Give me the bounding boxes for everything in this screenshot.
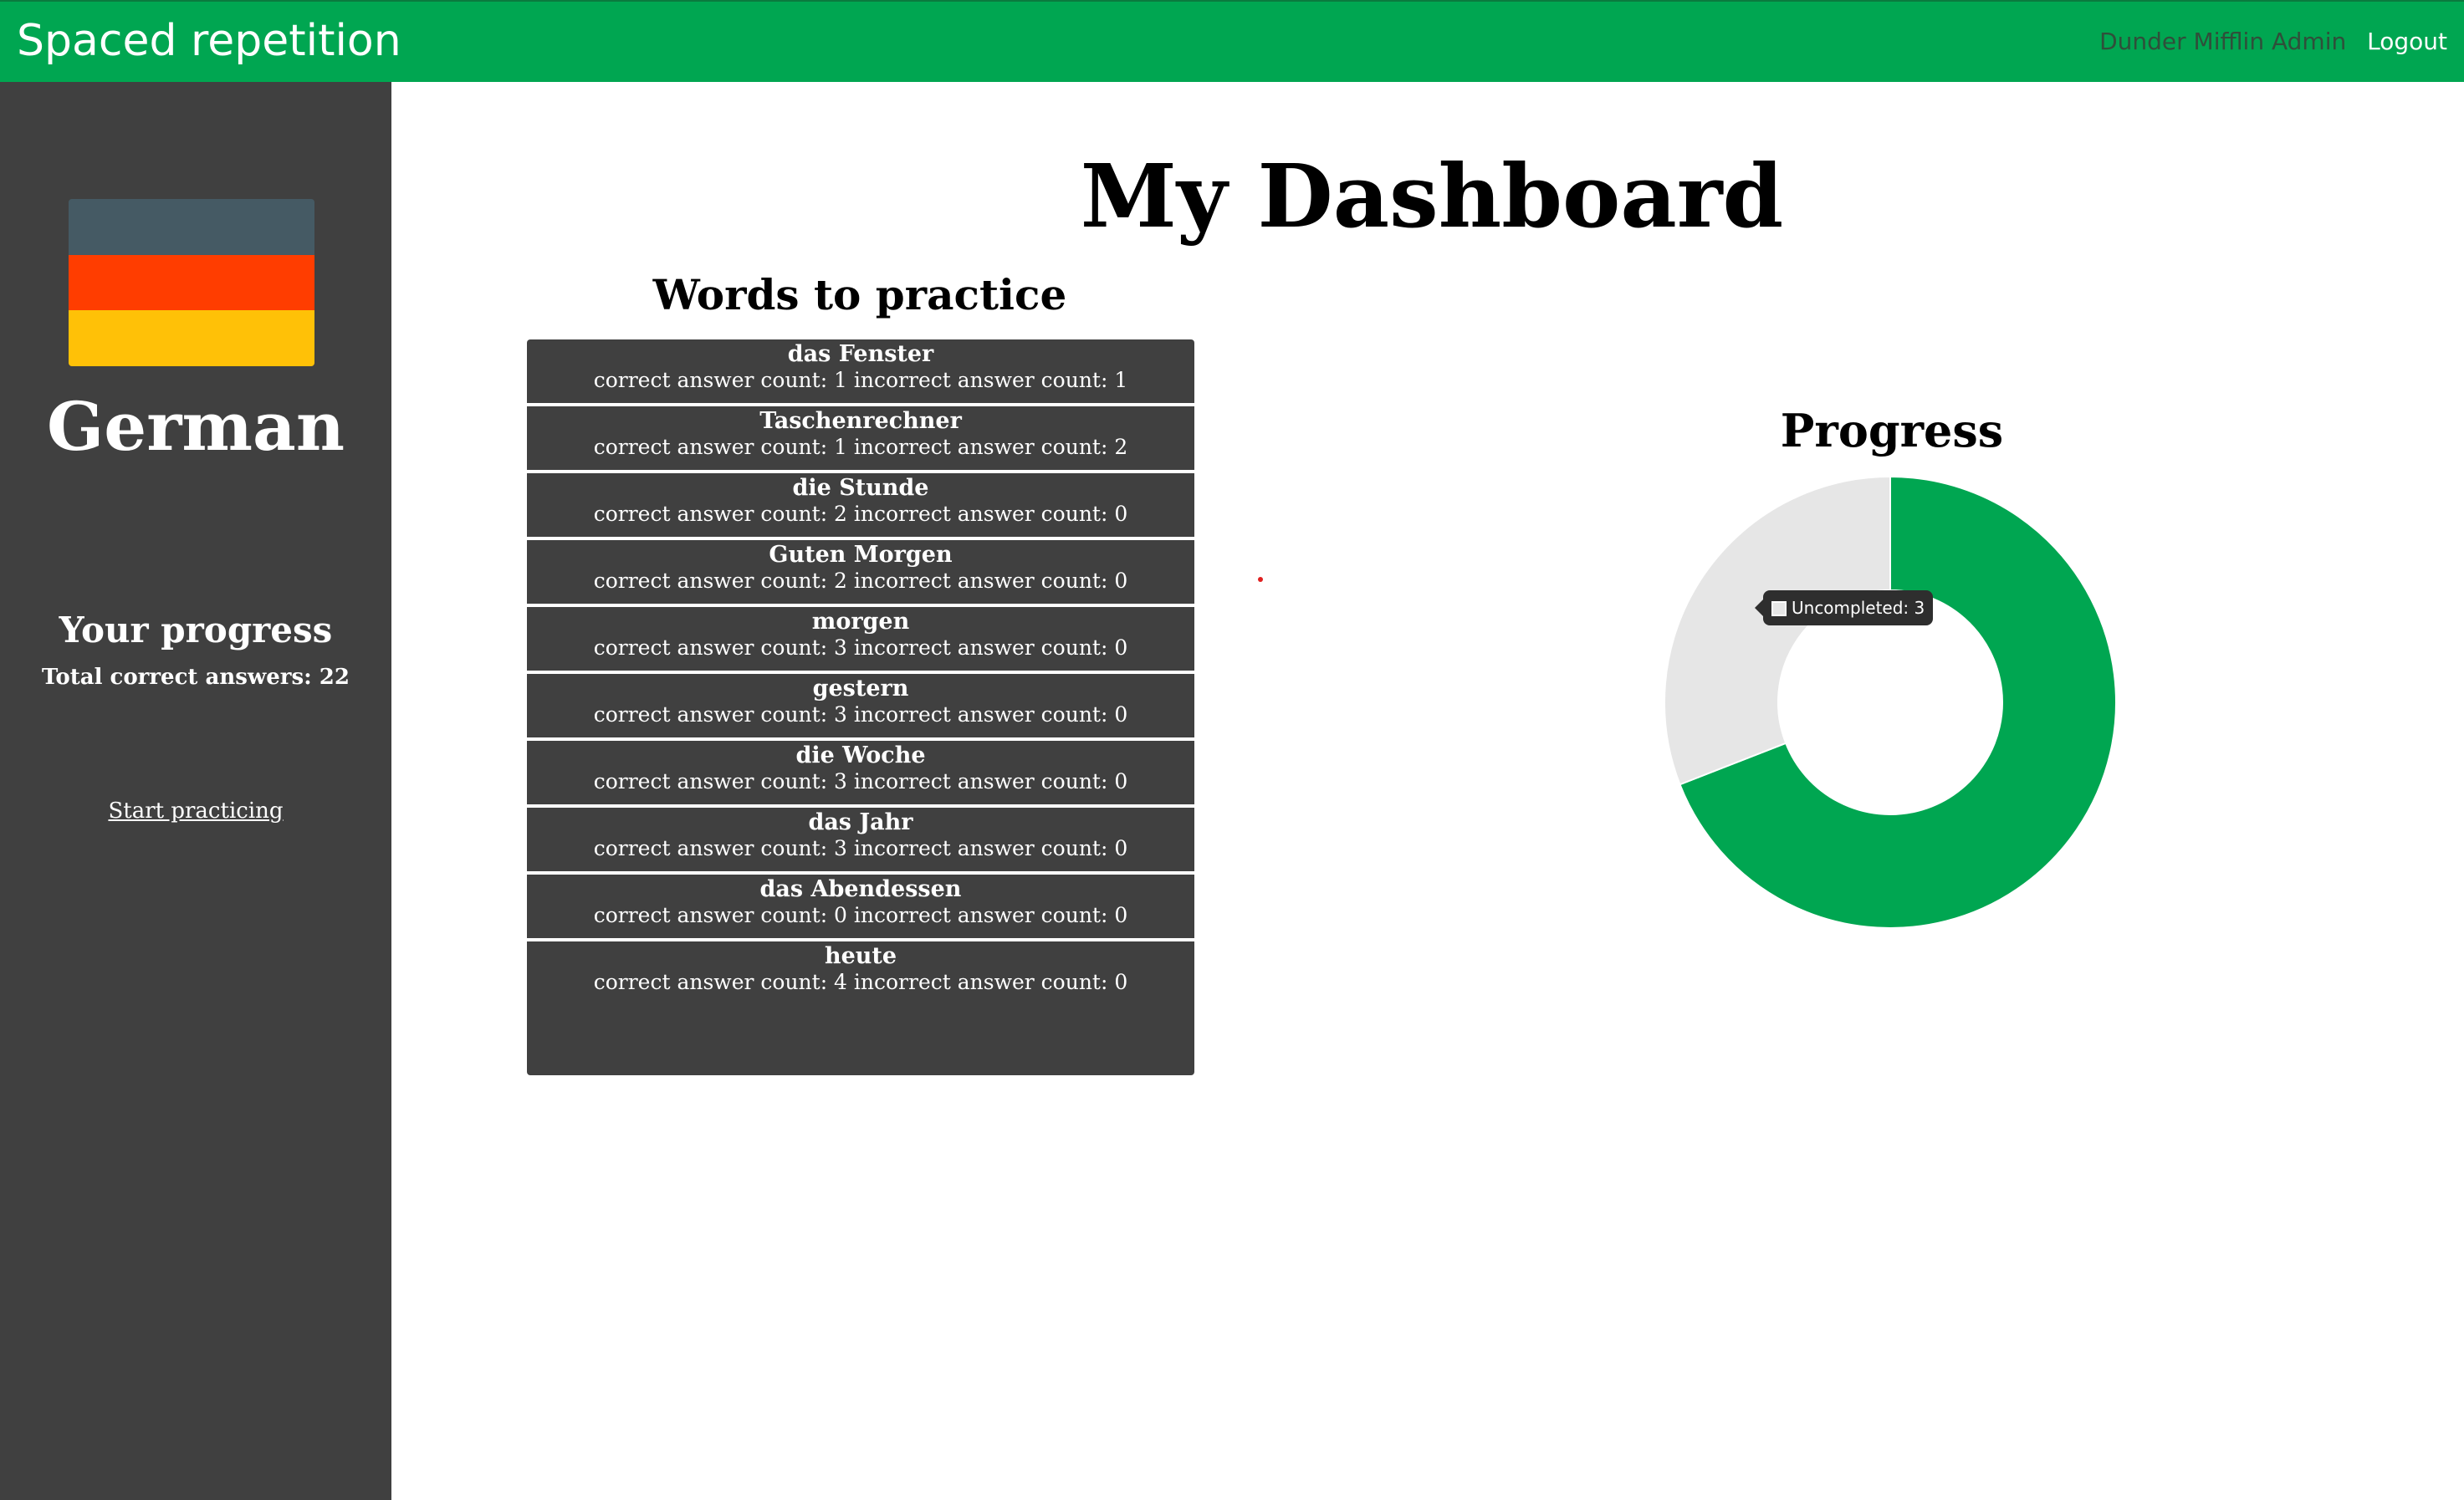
word-list-item: gestern correct answer count: 3 incorrect… (527, 674, 1194, 741)
words-to-practice-heading: Words to practice (652, 270, 1067, 319)
word-list-item: das Abendessen correct answer count: 0 in… (527, 875, 1194, 941)
word-name: gestern (812, 676, 909, 702)
word-counts: correct answer count: 2 incorrect answer… (593, 569, 1128, 593)
word-list-item: heute correct answer count: 4 incorrect a… (527, 941, 1194, 1075)
flag-stripe-middle (69, 254, 314, 311)
chart-title: Progress (1780, 404, 2004, 457)
logout-link[interactable]: Logout (2367, 28, 2447, 55)
word-list-item: das Jahr correct answer count: 3 incorrec… (527, 808, 1194, 875)
user-menu: Dunder Mifflin Admin Logout (2099, 25, 2447, 59)
cursor-dot (1258, 577, 1263, 582)
word-name: morgen (811, 609, 910, 635)
chart-tooltip: Uncompleted: 3 (1754, 590, 1934, 625)
word-list-item: Taschenrechner correct answer count: 1 in… (527, 406, 1194, 473)
language-name: German (46, 387, 345, 466)
word-name: die Woche (795, 742, 926, 768)
sidebar: German Your progress Total correct answe… (0, 82, 391, 1500)
app-title-link[interactable]: Spaced repetition (17, 13, 401, 69)
tooltip-text: Uncompleted: 3 (1792, 598, 1925, 618)
word-name: Guten Morgen (769, 542, 953, 568)
word-list-item: die Stunde correct answer count: 2 incorr… (527, 473, 1194, 540)
top-navbar: Spaced repetition Dunder Mifflin Admin L… (0, 0, 2464, 82)
word-counts: correct answer count: 1 incorrect answer… (593, 368, 1128, 392)
word-name: das Fenster (787, 341, 934, 367)
word-counts: correct answer count: 3 incorrect answer… (593, 702, 1128, 727)
progress-donut-chart[interactable] (1656, 468, 2124, 936)
word-list-item: morgen correct answer count: 3 incorrect … (527, 607, 1194, 674)
german-flag-icon (69, 199, 314, 366)
word-list-item: das Fenster correct answer count: 1 incor… (527, 339, 1194, 406)
word-list-item: die Woche correct answer count: 3 incorre… (527, 741, 1194, 808)
word-name: das Jahr (808, 809, 913, 835)
tooltip-swatch-icon (1771, 601, 1787, 616)
word-counts: correct answer count: 1 incorrect answer… (593, 435, 1128, 459)
donut-slice-uncompleted[interactable] (1664, 475, 1891, 786)
word-counts: correct answer count: 3 incorrect answer… (593, 769, 1128, 793)
flag-stripe-top (69, 199, 314, 255)
your-progress-heading: Your progress (59, 610, 333, 651)
word-list: das Fenster correct answer count: 1 incor… (527, 339, 1194, 1075)
word-name: Taschenrechner (759, 408, 962, 434)
page-title: My Dashboard (1080, 145, 1784, 247)
start-practicing-link[interactable]: Start practicing (0, 796, 391, 826)
word-name: die Stunde (792, 475, 929, 501)
word-counts: correct answer count: 2 incorrect answer… (593, 502, 1128, 526)
user-name: Dunder Mifflin Admin (2099, 28, 2347, 55)
word-name: heute (824, 943, 897, 969)
word-list-item: Guten Morgen correct answer count: 2 inco… (527, 540, 1194, 607)
flag-stripe-bottom (69, 310, 314, 366)
word-counts: correct answer count: 3 incorrect answer… (593, 836, 1128, 860)
word-counts: correct answer count: 3 incorrect answer… (593, 635, 1128, 660)
word-counts: correct answer count: 4 incorrect answer… (593, 970, 1128, 994)
total-correct-answers: Total correct answers: 22 (42, 665, 350, 690)
word-counts: correct answer count: 0 incorrect answer… (593, 903, 1128, 927)
word-name: das Abendessen (759, 876, 962, 902)
